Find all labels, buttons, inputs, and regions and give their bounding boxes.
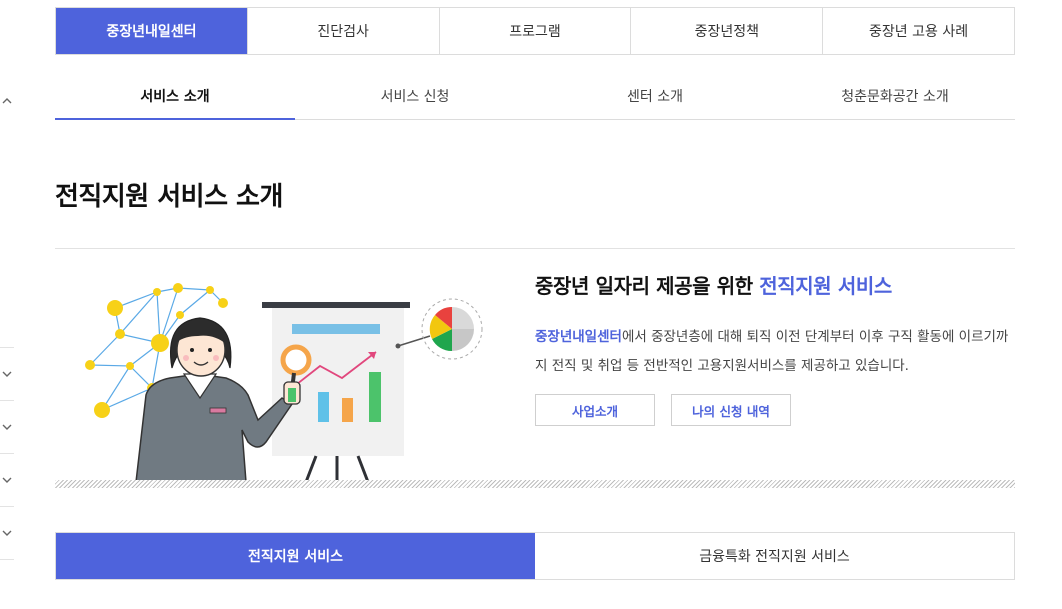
rail-divider (0, 347, 14, 348)
chevron-down-icon[interactable] (0, 473, 14, 487)
about-business-button[interactable]: 사업소개 (535, 394, 655, 426)
hatched-divider (55, 480, 1015, 488)
intro-desc-highlight: 중장년내일센터 (535, 329, 622, 345)
top-tab-bar: 중장년내일센터 진단검사 프로그램 중장년정책 중장년 고용 사례 (55, 7, 1015, 55)
subtab-service-apply[interactable]: 서비스 신청 (295, 72, 535, 119)
rail-divider (0, 400, 14, 401)
chevron-down-icon[interactable] (0, 420, 14, 434)
sub-tab-bar: 서비스 소개 서비스 신청 센터 소개 청춘문화공간 소개 (55, 72, 1015, 120)
chevron-up-icon[interactable] (0, 94, 14, 108)
subtab-culture-space[interactable]: 청춘문화공간 소개 (775, 72, 1015, 119)
tab-transition-service[interactable]: 전직지원 서비스 (56, 533, 535, 579)
tab-program[interactable]: 프로그램 (438, 8, 631, 54)
rail-divider (0, 506, 14, 507)
subtab-center-intro[interactable]: 센터 소개 (535, 72, 775, 119)
chevron-down-icon[interactable] (0, 526, 14, 540)
my-application-history-button[interactable]: 나의 신청 내역 (671, 394, 791, 426)
subtab-service-intro[interactable]: 서비스 소개 (55, 72, 295, 120)
rail-divider (0, 559, 14, 560)
chevron-down-icon[interactable] (0, 367, 14, 381)
rail-divider (0, 453, 14, 454)
consultant-illustration (80, 270, 490, 483)
tab-center[interactable]: 중장년내일센터 (56, 8, 247, 54)
left-rail (0, 0, 16, 609)
intro-description: 중장년내일센터에서 중장년층에 대해 퇴직 이전 단계부터 이후 구직 활동에 … (535, 323, 1015, 381)
tab-diagnosis[interactable]: 진단검사 (246, 8, 439, 54)
intro-heading-prefix: 중장년 일자리 제공을 위한 (535, 274, 760, 298)
tab-policy[interactable]: 중장년정책 (630, 8, 823, 54)
intro-heading-highlight: 전직지원 서비스 (759, 274, 892, 298)
bottom-tab-bar: 전직지원 서비스 금융특화 전직지원 서비스 (55, 532, 1015, 580)
page-title: 전직지원 서비스 소개 (55, 182, 283, 212)
title-divider (55, 248, 1015, 249)
tab-finance-transition-service[interactable]: 금융특화 전직지원 서비스 (535, 533, 1014, 579)
intro-heading: 중장년 일자리 제공을 위한 전직지원 서비스 (535, 270, 892, 299)
tab-cases[interactable]: 중장년 고용 사례 (822, 8, 1014, 54)
